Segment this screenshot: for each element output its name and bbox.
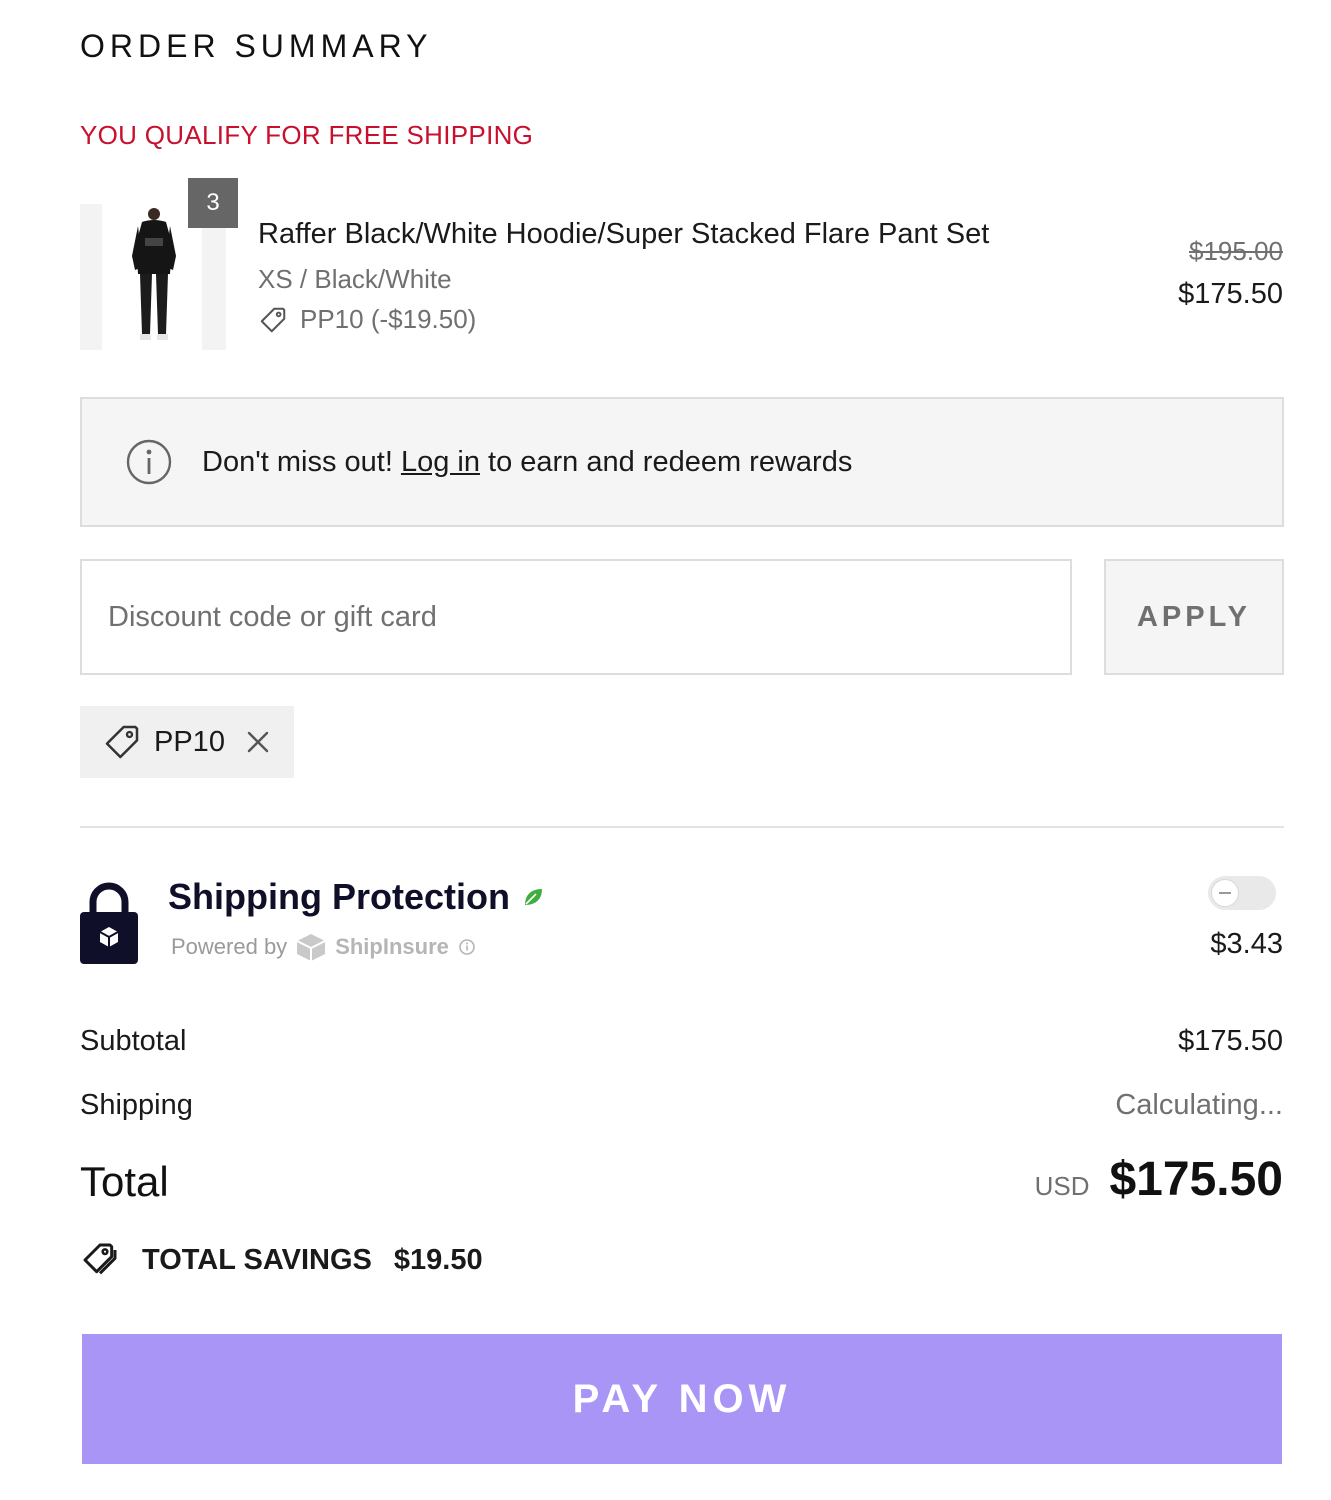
- shipping-protection-label: Shipping Protection: [168, 876, 510, 917]
- total-amount: $175.50: [1109, 1153, 1283, 1206]
- login-link[interactable]: Log in: [401, 446, 480, 478]
- total-value: USD $175.50: [1035, 1152, 1283, 1207]
- shipping-label: Shipping: [80, 1089, 193, 1121]
- total-savings-value: $19.50: [393, 1243, 483, 1276]
- tag-icon: [105, 725, 139, 759]
- rewards-suffix: to earn and redeem rewards: [479, 445, 853, 478]
- applied-discount-chip: PP10: [80, 706, 294, 778]
- shipping-protection-toggle[interactable]: [1208, 876, 1276, 910]
- rewards-banner: Don't miss out! Log in to earn and redee…: [80, 397, 1284, 527]
- savings-tag-icon: [83, 1243, 117, 1275]
- tag-icon: [260, 307, 286, 332]
- order-summary: ORDER SUMMARY YOU QUALIFY FOR FREE SHIPP…: [0, 0, 1331, 1500]
- subtotal-label: Subtotal: [80, 1025, 187, 1057]
- free-shipping-notice: YOU QUALIFY FOR FREE SHIPPING: [80, 120, 534, 150]
- apply-button[interactable]: APPLY: [1104, 559, 1284, 675]
- product-name: Raffer Black/White Hoodie/Super Stacked …: [258, 218, 990, 250]
- original-price: $195.00: [1189, 236, 1283, 266]
- powered-by-label: Powered by: [171, 934, 288, 959]
- total-savings-label: TOTAL SAVINGS: [142, 1243, 372, 1276]
- toggle-knob: [1211, 879, 1239, 907]
- product-discount: PP10 (-$19.50): [258, 304, 476, 335]
- shipping-protection-title: Shipping Protection: [168, 876, 544, 918]
- currency-code: USD: [1034, 1171, 1090, 1201]
- total-label: Total: [80, 1158, 169, 1205]
- shipinsure-brand: ShipInsure: [335, 934, 449, 959]
- subtotal-value: $175.50: [1178, 1025, 1283, 1057]
- rewards-message: Don't miss out! Log in to earn and redee…: [202, 446, 852, 479]
- info-icon: [126, 439, 172, 485]
- total-savings: TOTAL SAVINGS $19.50: [80, 1240, 483, 1280]
- quantity-badge: 3: [188, 178, 238, 228]
- shipping-protection-price: $3.43: [1210, 928, 1283, 960]
- remove-discount-icon[interactable]: [243, 727, 273, 757]
- leaf-icon: [524, 889, 542, 905]
- pay-now-button[interactable]: PAY NOW: [82, 1334, 1282, 1464]
- product-variant: XS / Black/White: [258, 264, 452, 294]
- info-small-icon[interactable]: [457, 937, 477, 957]
- rewards-prefix: Don't miss out!: [202, 445, 401, 478]
- item-price: $175.50: [1178, 278, 1283, 310]
- applied-code: PP10: [154, 725, 225, 758]
- section-divider: [80, 826, 1284, 828]
- product-discount-text: PP10 (-$19.50): [300, 304, 477, 334]
- page-title: ORDER SUMMARY: [80, 28, 433, 64]
- discount-code-input[interactable]: [80, 559, 1072, 675]
- powered-by: Powered by ShipInsure: [171, 932, 477, 962]
- product-model-image: [132, 208, 176, 340]
- shipinsure-logo-icon: [296, 934, 326, 961]
- lock-icon: [80, 882, 138, 964]
- shipping-value: Calculating...: [1115, 1089, 1283, 1121]
